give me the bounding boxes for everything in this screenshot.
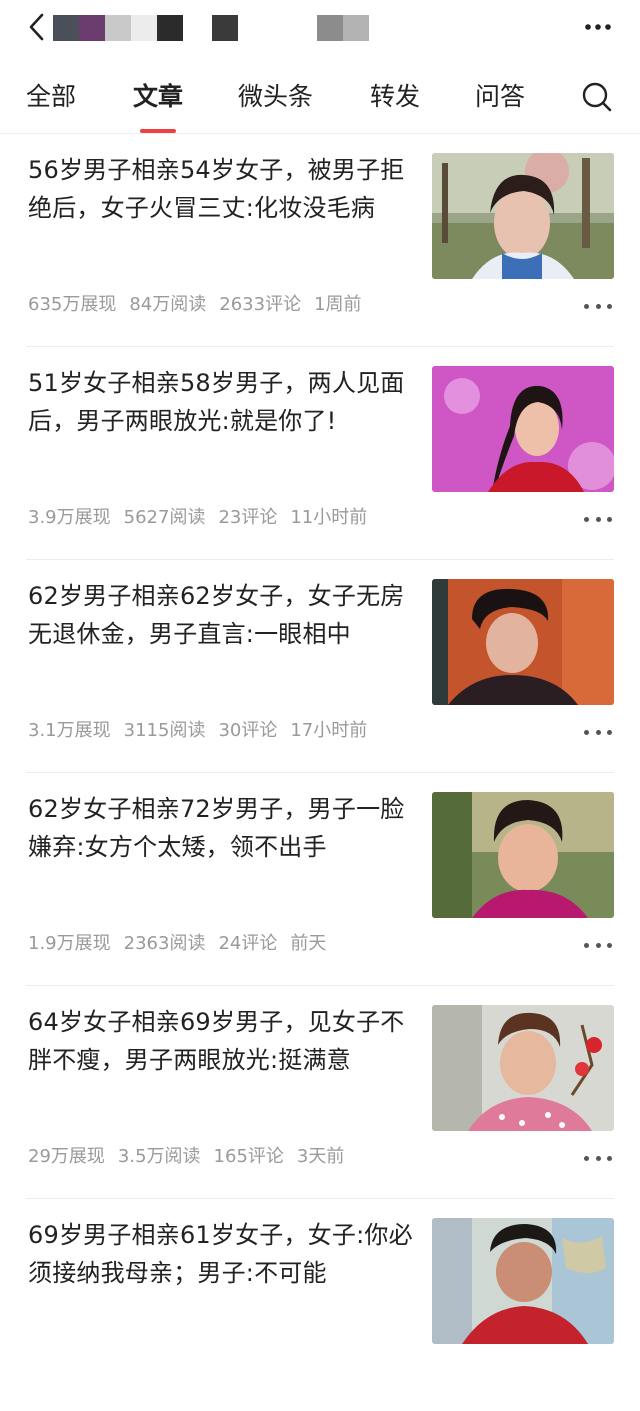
tab-articles[interactable]: 文章	[133, 80, 183, 114]
search-button[interactable]	[580, 80, 614, 114]
views-count: 29万展现	[28, 1146, 105, 1167]
article-thumbnail[interactable]	[432, 579, 614, 705]
article-more-button[interactable]	[584, 937, 612, 953]
tab-reposts[interactable]: 转发	[370, 80, 420, 114]
views-count: 635万展现	[28, 294, 117, 315]
more-options-button[interactable]	[578, 14, 618, 40]
publish-time: 前天	[290, 933, 327, 954]
publish-time: 3天前	[296, 1146, 345, 1167]
article-title[interactable]: 62岁男子相亲62岁女子，女子无房无退休金，男子直言:一眼相中	[28, 577, 413, 653]
reads-count: 84万阅读	[129, 294, 207, 315]
article-thumbnail[interactable]	[432, 366, 614, 492]
article-thumbnail[interactable]	[432, 792, 614, 918]
publish-time: 17小时前	[290, 720, 368, 741]
article-stats: 29万展现 3.5万阅读 165评论 3天前	[28, 1144, 357, 1170]
article-list: 56岁男子相亲54岁女子，被男子拒绝后，女子火冒三丈:化妆没毛病 635万展现 8…	[0, 134, 640, 1411]
reads-count: 3.5万阅读	[117, 1146, 201, 1167]
article-item[interactable]: 62岁男子相亲62岁女子，女子无房无退休金，男子直言:一眼相中 3.1万展现 31…	[26, 560, 614, 773]
tab-micro-headlines[interactable]: 微头条	[238, 80, 313, 114]
views-count: 3.1万展现	[28, 720, 111, 741]
article-item[interactable]: 69岁男子相亲61岁女子，女子:你必须接纳我母亲；男子:不可能	[26, 1199, 614, 1411]
reads-count: 2363阅读	[123, 933, 206, 954]
publish-time: 1周前	[314, 294, 362, 315]
article-stats: 3.1万展现 3115阅读 30评论 17小时前	[28, 718, 380, 744]
tab-all[interactable]: 全部	[26, 80, 76, 114]
article-title[interactable]: 62岁女子相亲72岁男子，男子一脸嫌弃:女方个太矮，领不出手	[28, 790, 413, 866]
article-title[interactable]: 64岁女子相亲69岁男子，见女子不胖不瘦，男子两眼放光:挺满意	[28, 1003, 413, 1079]
article-item[interactable]: 64岁女子相亲69岁男子，见女子不胖不瘦，男子两眼放光:挺满意 29万展现 3.5…	[26, 986, 614, 1199]
chevron-left-icon	[29, 13, 44, 41]
views-count: 3.9万展现	[28, 507, 111, 528]
article-item[interactable]: 56岁男子相亲54岁女子，被男子拒绝后，女子火冒三丈:化妆没毛病 635万展现 8…	[26, 134, 614, 347]
tab-bar: 全部 文章 微头条 转发 问答	[0, 70, 640, 133]
comments-count: 23评论	[218, 507, 278, 528]
article-thumbnail[interactable]	[432, 153, 614, 279]
tab-qa[interactable]: 问答	[475, 80, 525, 114]
article-stats: 1.9万展现 2363阅读 24评论 前天	[28, 931, 339, 957]
article-more-button[interactable]	[584, 1150, 612, 1166]
reads-count: 3115阅读	[123, 720, 206, 741]
comments-count: 24评论	[218, 933, 278, 954]
more-horizontal-icon	[585, 24, 611, 30]
views-count: 1.9万展现	[28, 933, 111, 954]
article-item[interactable]: 62岁女子相亲72岁男子，男子一脸嫌弃:女方个太矮，领不出手 1.9万展现 236…	[26, 773, 614, 986]
search-icon	[582, 82, 612, 112]
article-thumbnail[interactable]	[432, 1005, 614, 1131]
article-stats: 3.9万展现 5627阅读 23评论 11小时前	[28, 505, 380, 531]
reads-count: 5627阅读	[123, 507, 206, 528]
article-more-button[interactable]	[584, 724, 612, 740]
article-more-button[interactable]	[584, 511, 612, 527]
top-bar	[0, 0, 640, 56]
article-title[interactable]: 56岁男子相亲54岁女子，被男子拒绝后，女子火冒三丈:化妆没毛病	[28, 151, 413, 227]
comments-count: 2633评论	[219, 294, 302, 315]
article-title[interactable]: 51岁女子相亲58岁男子，两人见面后，男子两眼放光:就是你了!	[28, 364, 413, 440]
publish-time: 11小时前	[290, 507, 368, 528]
article-more-button[interactable]	[584, 298, 612, 314]
article-title[interactable]: 69岁男子相亲61岁女子，女子:你必须接纳我母亲；男子:不可能	[28, 1216, 413, 1292]
comments-count: 30评论	[218, 720, 278, 741]
comments-count: 165评论	[213, 1146, 284, 1167]
article-stats: 635万展现 84万阅读 2633评论 1周前	[28, 292, 375, 318]
article-item[interactable]: 51岁女子相亲58岁男子，两人见面后，男子两眼放光:就是你了! 3.9万展现 56…	[26, 347, 614, 560]
back-button[interactable]	[22, 10, 52, 44]
article-thumbnail[interactable]	[432, 1218, 614, 1344]
